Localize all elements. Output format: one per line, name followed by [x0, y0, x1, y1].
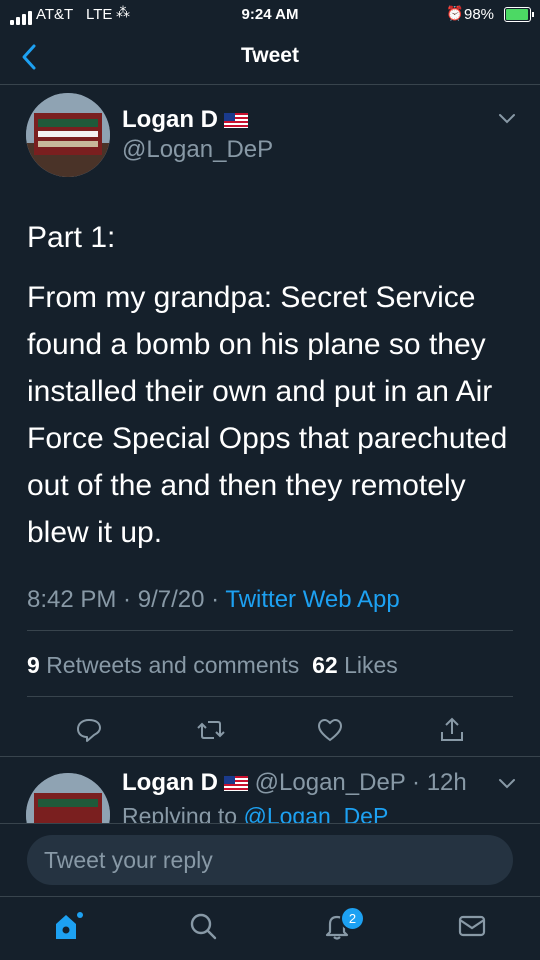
retweet-button[interactable]: [191, 710, 231, 750]
search-icon: [190, 913, 217, 940]
chevron-down-icon: [499, 779, 515, 789]
mail-icon: [458, 915, 486, 937]
author-handle[interactable]: @Logan_DeP: [122, 136, 273, 164]
tweet-paragraph-1: Part 1:: [27, 221, 116, 254]
retweet-count: 9: [27, 652, 40, 678]
tweet-timestamp: 8:42 PM · 9/7/20 · Twitter Web App: [27, 586, 400, 613]
home-icon: [56, 912, 83, 939]
divider: [27, 696, 513, 697]
us-flag-icon: [224, 776, 248, 792]
tweet-source-link[interactable]: Twitter Web App: [225, 586, 399, 613]
reply-icon: [77, 719, 101, 742]
tab-home[interactable]: [48, 906, 88, 946]
chevron-down-icon: [499, 114, 515, 124]
battery-percent: 98%: [464, 6, 495, 23]
tweet-date: 9/7/20: [137, 586, 205, 613]
replying-to-handle[interactable]: @Logan_DeP: [243, 803, 388, 823]
reply-header: Logan D @Logan_DeP · 12h: [122, 769, 467, 796]
reply-input[interactable]: Tweet your reply: [27, 835, 513, 885]
heart-icon: [317, 718, 343, 742]
share-button[interactable]: [432, 710, 472, 750]
status-bar: AT&T LTE ⁂ 9:24 AM ⏰ 98%: [0, 0, 540, 32]
us-flag-icon: [224, 113, 248, 129]
like-label: Likes: [344, 652, 398, 678]
engagement-stats: 9 Retweets and comments 62 Likes: [27, 652, 398, 679]
tab-search[interactable]: [183, 906, 223, 946]
retweet-icon: [197, 721, 225, 739]
divider: [0, 896, 540, 897]
author-name-text: Logan D: [122, 106, 218, 133]
divider: [0, 823, 540, 824]
nav-bar: Tweet: [0, 32, 540, 85]
alarm-icon: ⏰: [446, 5, 464, 21]
more-options-button[interactable]: [496, 110, 518, 131]
likes-link[interactable]: 62 Likes: [312, 652, 398, 678]
reply-author-name[interactable]: Logan D: [122, 769, 218, 796]
like-count: 62: [312, 652, 338, 678]
tweet-paragraph-2: From my grandpa: Secret Service found a …: [27, 281, 508, 549]
retweets-link[interactable]: 9 Retweets and comments: [27, 652, 299, 678]
avatar[interactable]: [26, 93, 110, 177]
tweet-time: 8:42 PM: [27, 586, 117, 613]
tab-notifications[interactable]: 2: [318, 906, 365, 946]
tab-messages[interactable]: [452, 906, 492, 946]
retweet-label: Retweets and comments: [46, 652, 300, 678]
avatar-image: [26, 773, 110, 823]
reply-button[interactable]: [69, 710, 109, 750]
notifications-badge: 2: [340, 906, 365, 931]
divider: [27, 630, 513, 631]
share-icon: [441, 717, 463, 741]
reply-tweet[interactable]: Logan D @Logan_DeP · 12h Replying to @Lo…: [0, 757, 540, 823]
reply-age: 12h: [426, 769, 467, 796]
like-button[interactable]: [310, 710, 350, 750]
reply-avatar[interactable]: [26, 773, 110, 823]
author-name[interactable]: Logan D: [122, 106, 248, 134]
page-title: Tweet: [241, 44, 299, 67]
replying-to: Replying to @Logan_DeP: [122, 803, 388, 823]
avatar-image: [26, 93, 110, 177]
reply-more-options-button[interactable]: [496, 775, 518, 796]
reply-input-placeholder: Tweet your reply: [44, 846, 213, 873]
replying-to-label: Replying to: [122, 803, 238, 823]
battery-icon: [504, 7, 534, 22]
reply-author-handle[interactable]: @Logan_DeP: [255, 769, 406, 796]
